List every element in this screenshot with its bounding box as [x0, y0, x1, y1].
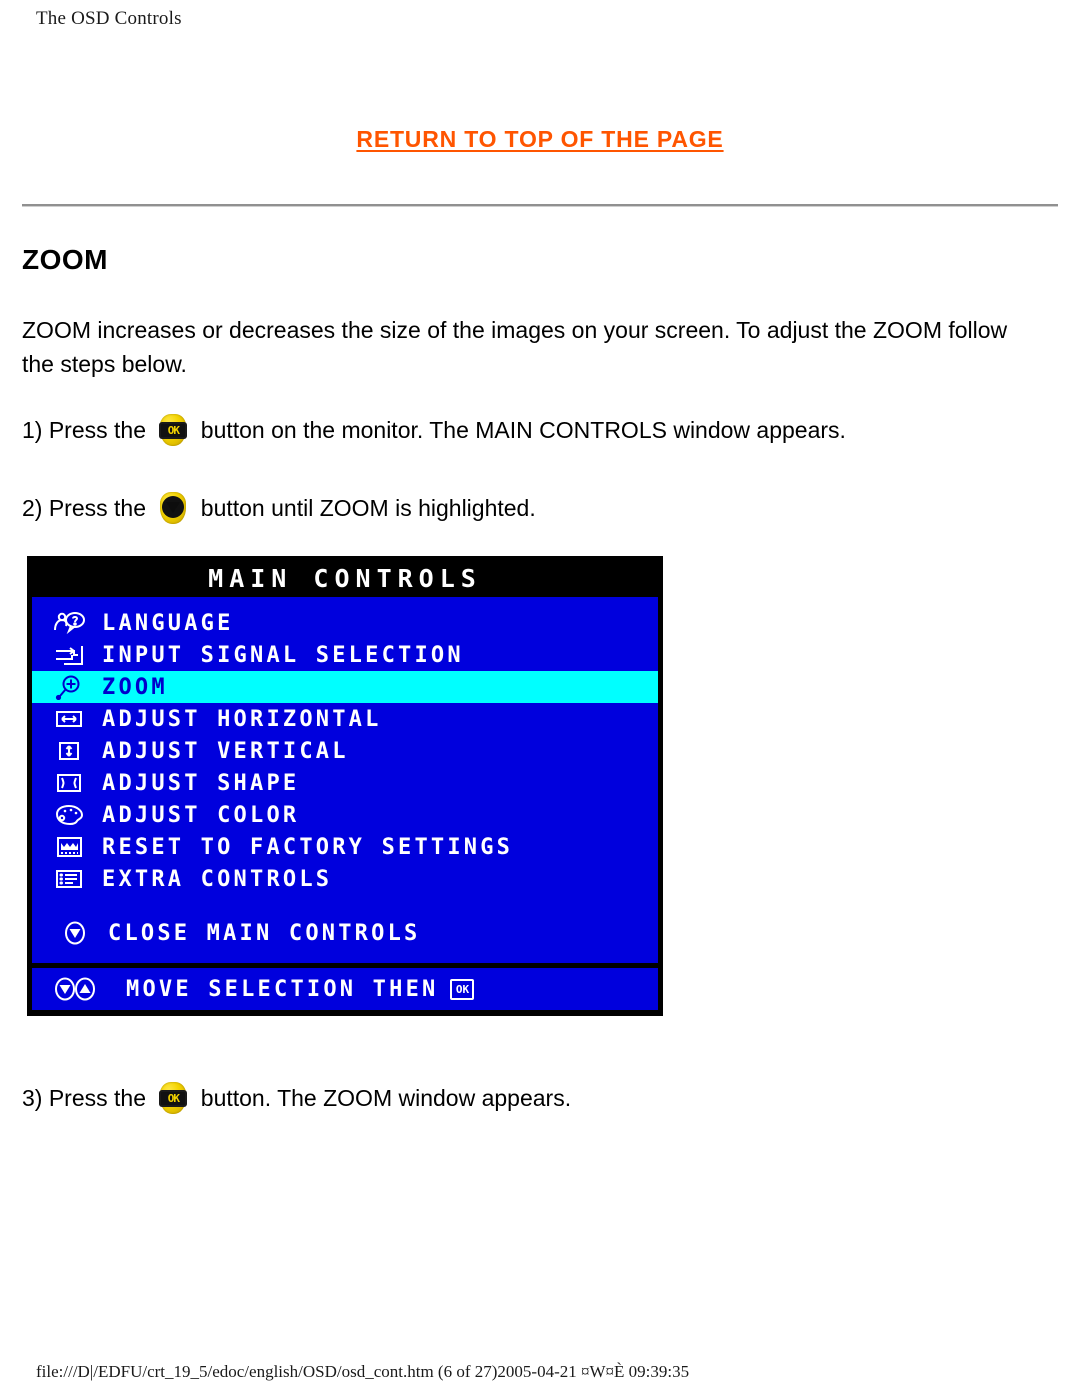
osd-spacer [32, 895, 658, 913]
vertical-arrows-icon [48, 738, 90, 764]
step-1-text-before: 1) Press the [22, 417, 153, 443]
osd-item-adjust-vertical-label: ADJUST VERTICAL [102, 738, 349, 764]
horizontal-arrows-icon [48, 706, 90, 732]
step-3-text-before: 3) Press the [22, 1085, 153, 1111]
shape-icon [48, 770, 90, 796]
step-2-text-after: button until ZOOM is highlighted. [194, 495, 536, 521]
osd-panel-title: MAIN CONTROLS [32, 561, 658, 597]
close-down-icon [54, 920, 96, 946]
osd-item-adjust-color-label: ADJUST COLOR [102, 802, 300, 828]
ok-button-icon: OK [156, 413, 190, 447]
osd-item-adjust-vertical[interactable]: ADJUST VERTICAL [32, 735, 658, 767]
step-2-text-before: 2) Press the [22, 495, 153, 521]
osd-item-input-signal-selection-label: INPUT SIGNAL SELECTION [102, 642, 464, 668]
down-up-icon [48, 976, 114, 1002]
osd-footer-label: MOVE SELECTION THEN [126, 976, 439, 1002]
osd-footer-bar: MOVE SELECTION THEN OK [32, 968, 658, 1010]
page-footer-path: file:///D|/EDFU/crt_19_5/edoc/english/OS… [36, 1362, 690, 1381]
osd-footer-ok-icon: OK [450, 978, 475, 1000]
step-3-text-after: button. The ZOOM window appears. [194, 1085, 572, 1111]
osd-item-reset-to-factory-settings[interactable]: RESET TO FACTORY SETTINGS [32, 831, 658, 863]
factory-reset-icon [48, 834, 90, 860]
step-3: 3) Press the OK button. The ZOOM window … [22, 1081, 571, 1115]
step-1-text-after: button on the monitor. The MAIN CONTROLS… [194, 417, 846, 443]
osd-item-extra-controls[interactable]: EXTRA CONTROLS [32, 863, 658, 895]
page-header-title: The OSD Controls [36, 8, 182, 29]
step-1: 1) Press the OK button on the monitor. T… [22, 413, 846, 447]
osd-menu-list: LANGUAGE INPUT SIGNAL SELECTION ZOOM ADJ… [32, 597, 658, 963]
osd-item-zoom[interactable]: ZOOM [32, 671, 658, 703]
page-title: ZOOM [22, 244, 108, 275]
osd-main-controls-panel: MAIN CONTROLS LANGUAGE INPUT SIGNAL SELE… [27, 556, 663, 1016]
osd-item-adjust-horizontal[interactable]: ADJUST HORIZONTAL [32, 703, 658, 735]
return-to-top-link[interactable]: RETURN TO TOP OF THE PAGE [356, 126, 723, 153]
zoom-magnifier-icon [48, 674, 90, 700]
extra-controls-icon [48, 866, 90, 892]
osd-item-extra-controls-label: EXTRA CONTROLS [102, 866, 333, 892]
osd-item-close-main-controls-label: CLOSE MAIN CONTROLS [108, 920, 421, 946]
step-2: 2) Press the button until ZOOM is highli… [22, 491, 536, 525]
down-button-icon [156, 491, 190, 525]
osd-item-adjust-color[interactable]: ADJUST COLOR [32, 799, 658, 831]
osd-item-adjust-horizontal-label: ADJUST HORIZONTAL [102, 706, 382, 732]
palette-icon [48, 802, 90, 828]
osd-item-input-signal-selection[interactable]: INPUT SIGNAL SELECTION [32, 639, 658, 671]
osd-item-language-label: LANGUAGE [102, 610, 234, 636]
ok-button-icon: OK [156, 1081, 190, 1115]
osd-item-language[interactable]: LANGUAGE [32, 607, 658, 639]
osd-item-zoom-label: ZOOM [102, 674, 168, 700]
return-link-container: RETURN TO TOP OF THE PAGE [0, 126, 1080, 153]
input-signal-icon [48, 642, 90, 668]
osd-item-adjust-shape-label: ADJUST SHAPE [102, 770, 300, 796]
osd-item-adjust-shape[interactable]: ADJUST SHAPE [32, 767, 658, 799]
section-paragraph: ZOOM increases or decreases the size of … [22, 317, 1008, 377]
osd-item-close-main-controls[interactable]: CLOSE MAIN CONTROLS [32, 913, 658, 953]
language-icon [48, 610, 90, 636]
osd-item-reset-to-factory-settings-label: RESET TO FACTORY SETTINGS [102, 834, 514, 860]
horizontal-divider [22, 204, 1058, 207]
